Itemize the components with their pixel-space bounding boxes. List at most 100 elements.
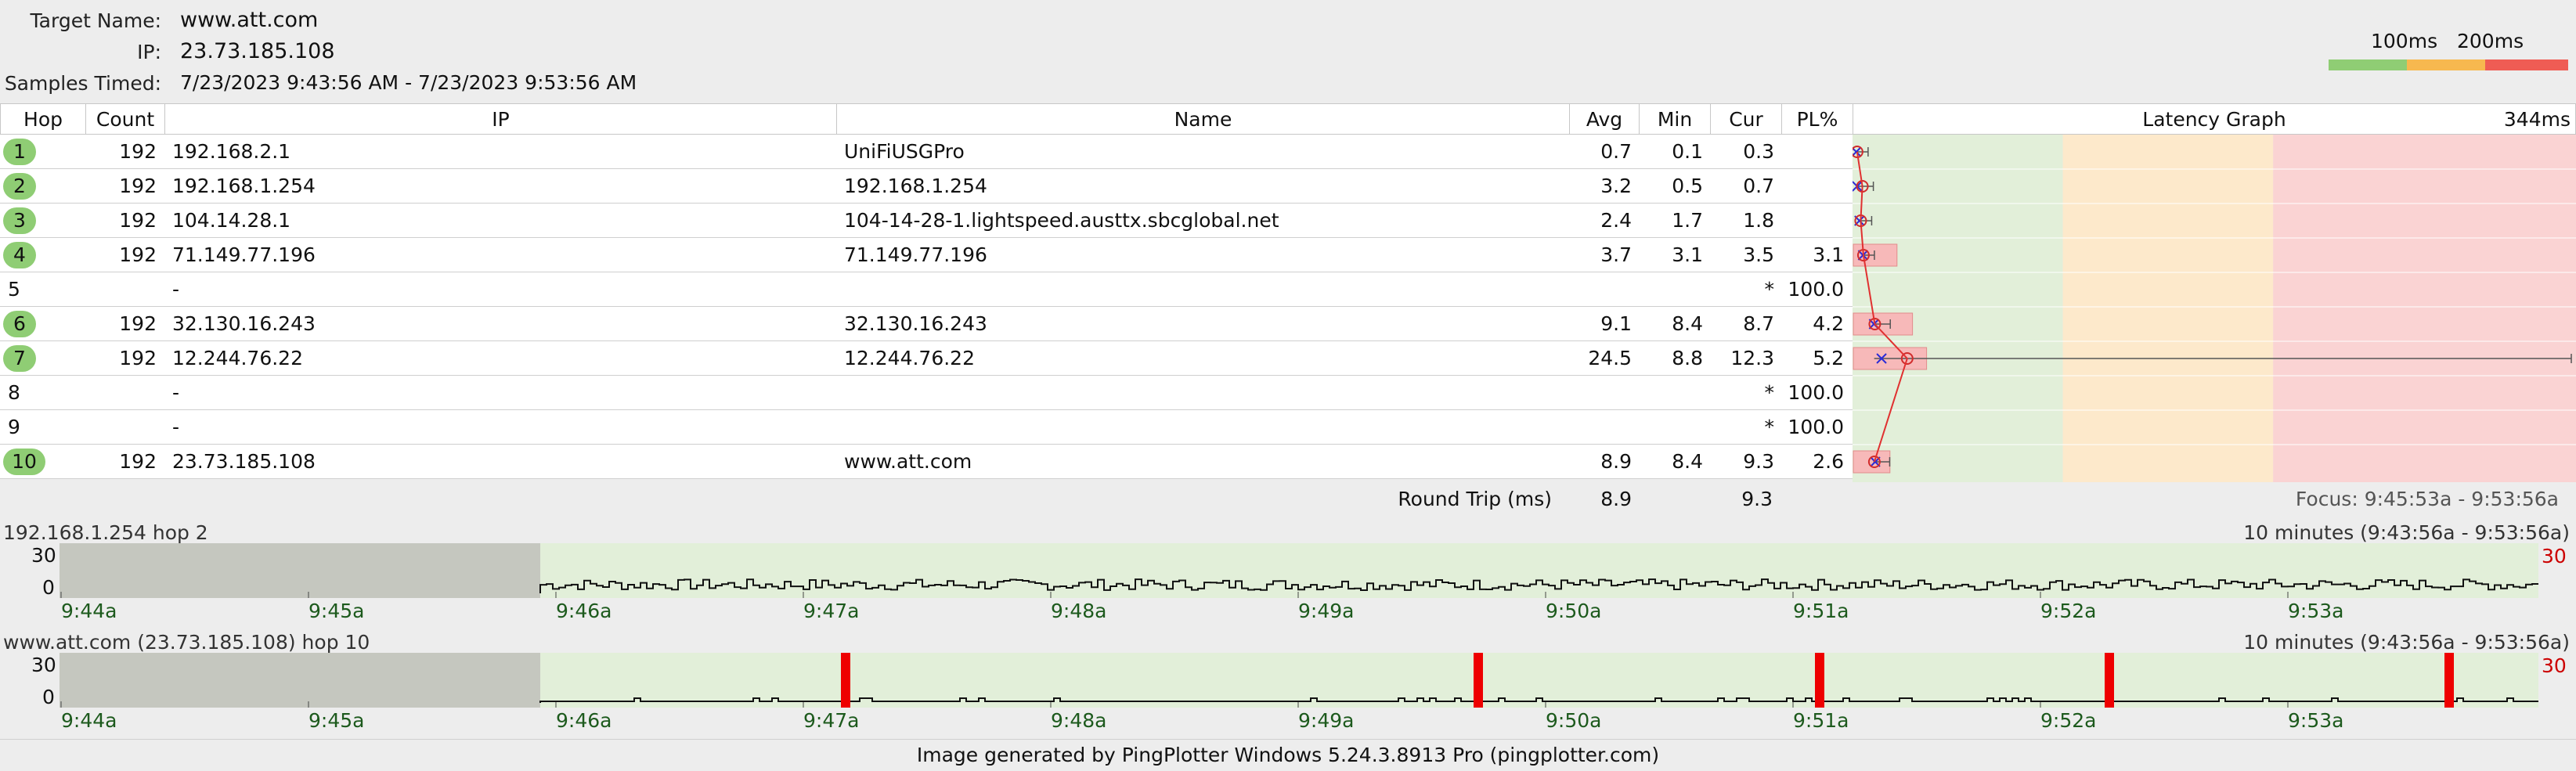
hop-name: 71.149.77.196 [844, 243, 987, 266]
hop-ip: - [172, 416, 180, 438]
column-header-hop[interactable]: Hop [0, 103, 86, 135]
table-row[interactable]: 2 192 192.168.1.254 192.168.1.254 3.2 0.5 0.7 [0, 169, 1853, 204]
column-header-cur[interactable]: Cur [1710, 103, 1782, 135]
hop-name: 192.168.1.254 [844, 175, 987, 197]
hop-pl: 5.2 [1813, 347, 1844, 369]
packet-loss-spike [1474, 653, 1483, 708]
time-tick-label: 9:49a [1298, 709, 1355, 732]
hop-name: 12.244.76.22 [844, 347, 975, 369]
hop-cur: 3.5 [1743, 243, 1774, 266]
hop-name [844, 410, 1549, 445]
hop-min: 0.5 [1672, 175, 1703, 197]
hop-ip: 32.130.16.243 [172, 312, 316, 335]
table-row[interactable]: 1 192 192.168.2.1 UniFiUSGPro 0.7 0.1 0.3 [0, 135, 1853, 169]
time-tick-label: 9:48a [1051, 709, 1107, 732]
samples-timed-value: 7/23/2023 9:43:56 AM - 7/23/2023 9:53:56… [180, 71, 637, 94]
hop-min: 8.4 [1672, 312, 1703, 335]
footer-credit: Image generated by PingPlotter Windows 5… [0, 739, 2576, 771]
hop-name: www.att.com [844, 450, 972, 473]
column-header-min[interactable]: Min [1639, 103, 1711, 135]
hop-number-badge: 5 [8, 278, 20, 301]
timeline-2-ymax: 30 [31, 654, 56, 676]
target-name-value: www.att.com [180, 8, 319, 32]
time-tick-label: 9:53a [2288, 709, 2344, 732]
timeline-1-ymax: 30 [31, 544, 56, 567]
zone-bad [2273, 135, 2576, 482]
hop-count: 192 [119, 209, 157, 232]
column-header-avg[interactable]: Avg [1569, 103, 1640, 135]
timeline-1-ymin: 0 [42, 576, 55, 599]
hop-avg: 24.5 [1588, 347, 1632, 369]
hop-ip: 23.73.185.108 [172, 450, 316, 473]
hop-cur: 0.7 [1743, 175, 1774, 197]
hop-min [1639, 376, 1703, 410]
table-row[interactable]: 8 - * 100.0 [0, 376, 1853, 410]
hop-count: 192 [119, 347, 157, 369]
time-tick-label: 9:48a [1051, 600, 1107, 622]
hop-ip: 192.168.1.254 [172, 175, 316, 197]
timeline-1-chart[interactable] [60, 543, 2538, 598]
hop-pl: 4.2 [1813, 312, 1844, 335]
time-tick-label: 9:49a [1298, 600, 1355, 622]
no-data-region [60, 653, 540, 708]
hop-cur: 1.8 [1743, 209, 1774, 232]
timeline-2-chart[interactable] [60, 653, 2538, 708]
table-row[interactable]: 4 192 71.149.77.196 71.149.77.196 3.7 3.1 3.5 3… [0, 238, 1853, 272]
packet-loss-spike [2105, 653, 2114, 708]
hop-name: 32.130.16.243 [844, 312, 987, 335]
hop-pl: 100.0 [1788, 278, 1844, 301]
data-region [540, 653, 2538, 708]
hop-min: 3.1 [1672, 243, 1703, 266]
hop-avg: 0.7 [1600, 140, 1632, 163]
hop-pl: 2.6 [1813, 450, 1844, 473]
time-tick-label: 9:51a [1793, 600, 1849, 622]
zone-warn [2062, 135, 2274, 482]
hop-count [86, 272, 157, 307]
legend-100ms-label: 100ms [2371, 30, 2438, 52]
table-row[interactable]: 9 - * 100.0 [0, 410, 1853, 445]
column-header-pl[interactable]: PL% [1781, 103, 1853, 135]
time-tick-label: 9:52a [2040, 709, 2097, 732]
hop-ip: 12.244.76.22 [172, 347, 303, 369]
table-row[interactable]: 3 192 104.14.28.1 104-14-28-1.lightspeed.au… [0, 204, 1853, 238]
hop-pl [1781, 135, 1844, 169]
column-header-name[interactable]: Name [836, 103, 1570, 135]
target-name-label: Target Name: [30, 9, 161, 32]
round-trip-avg: 8.9 [1600, 488, 1632, 510]
hop-name [844, 376, 1549, 410]
legend-bar-warn [2407, 59, 2485, 70]
hop-number-badge: 8 [8, 381, 20, 404]
hop-number-badge: 10 [3, 449, 45, 475]
packet-loss-spike [1815, 653, 1824, 708]
timeline-2-scale: 30 [2542, 654, 2567, 677]
time-tick-label: 9:52a [2040, 600, 2097, 622]
timeline-2-title: www.att.com (23.73.185.108) hop 10 [3, 631, 370, 654]
hop-pl: 100.0 [1788, 381, 1844, 404]
hop-cur: 12.3 [1730, 347, 1774, 369]
hop-avg [1569, 376, 1632, 410]
table-row[interactable]: 5 - * 100.0 [0, 272, 1853, 307]
column-header-ip[interactable]: IP [164, 103, 837, 135]
hop-avg [1569, 410, 1632, 445]
legend-bar-good [2329, 59, 2407, 70]
time-tick-label: 9:44a [61, 600, 117, 622]
column-header-latency-graph[interactable]: Latency Graph 344ms [1853, 103, 2576, 135]
latency-graph-title: Latency Graph [2142, 108, 2286, 131]
table-row[interactable]: 10 192 23.73.185.108 www.att.com 8.9 8.4 9.3 2.… [0, 445, 1853, 479]
time-tick-label: 9:47a [803, 709, 860, 732]
table-row[interactable]: 7 192 12.244.76.22 12.244.76.22 24.5 8.8 12.3 5… [0, 341, 1853, 376]
table-row[interactable]: 6 192 32.130.16.243 32.130.16.243 9.1 8.4 8.7 4… [0, 307, 1853, 341]
hop-pl: 100.0 [1788, 416, 1844, 438]
hop-number-badge: 2 [3, 173, 36, 200]
hop-cur: * [1764, 278, 1775, 301]
latency-graph-max: 344ms [2503, 108, 2571, 131]
latency-graph[interactable] [1853, 135, 2576, 482]
hop-name: 104-14-28-1.lightspeed.austtx.sbcglobal.… [844, 209, 1279, 232]
column-header-count[interactable]: Count [85, 103, 165, 135]
timeline-2-range: 10 minutes (9:43:56a - 9:53:56a) [2243, 631, 2570, 654]
hop-min [1639, 272, 1703, 307]
legend-200ms-label: 200ms [2457, 30, 2524, 52]
hop-number-badge: 7 [3, 345, 36, 372]
hop-number-badge: 1 [3, 139, 36, 165]
hop-number-badge: 9 [8, 416, 20, 438]
